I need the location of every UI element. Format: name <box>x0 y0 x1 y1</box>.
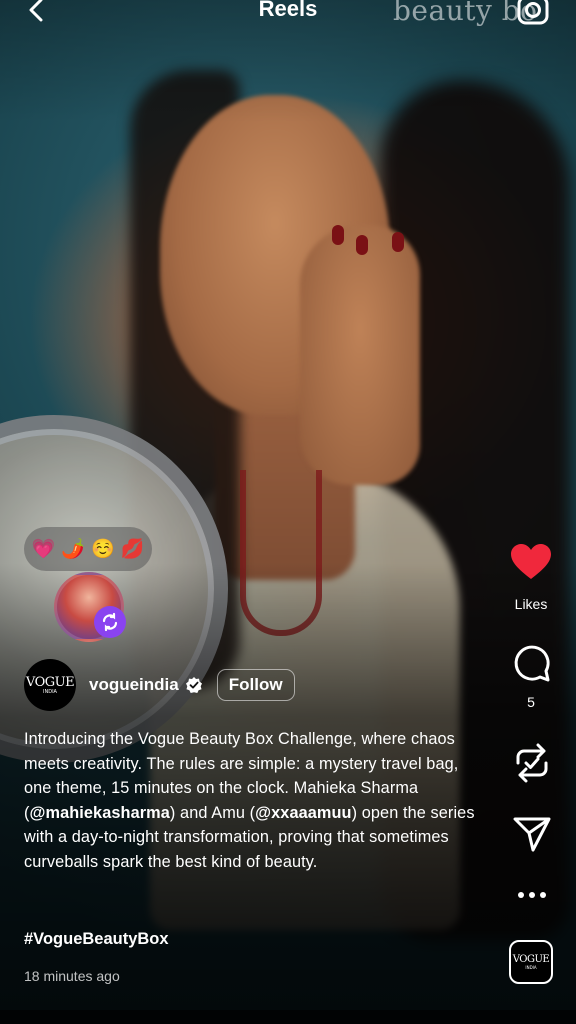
account-row: VOGUE INDIA vogueindia Follow <box>24 658 295 712</box>
remix-icon <box>102 612 118 632</box>
heart-icon[interactable] <box>510 543 552 581</box>
audio-logo-text: VOGUE <box>512 953 550 965</box>
audio-thumbnail[interactable]: VOGUE INDIA <box>509 940 553 984</box>
remix-badge[interactable] <box>94 606 126 638</box>
like-label: Likes <box>514 596 548 612</box>
bottom-bar <box>0 1010 576 1024</box>
comment-icon[interactable] <box>513 644 551 682</box>
comment-count: 5 <box>527 694 535 710</box>
top-bar: Reels beauty bo <box>0 0 576 36</box>
avatar-logo-text: VOGUE <box>25 674 75 690</box>
mention-link[interactable]: @xxaaamuu <box>255 804 351 822</box>
share-icon[interactable] <box>513 816 551 852</box>
follow-button[interactable]: Follow <box>216 669 295 701</box>
reaction-bubble[interactable]: 💗 🌶️ ☺️ 💋 <box>24 527 152 571</box>
more-icon[interactable] <box>517 890 547 900</box>
repost-icon[interactable] <box>513 743 551 783</box>
username[interactable]: vogueindia <box>89 675 179 695</box>
audio-logo-subtext: INDIA <box>525 964 537 970</box>
reaction-emoji: 🌶️ <box>61 539 85 560</box>
reaction-emoji: 💗 <box>31 539 56 560</box>
avatar[interactable]: VOGUE INDIA <box>24 659 76 711</box>
timestamp: 18 minutes ago <box>24 968 120 984</box>
camera-icon[interactable] <box>516 0 550 26</box>
verified-icon <box>185 677 202 693</box>
reaction-emoji: ☺️ <box>91 539 115 560</box>
reaction-emoji: 💋 <box>120 539 145 560</box>
avatar-logo-subtext: INDIA <box>43 688 57 695</box>
mention-link[interactable]: @mahiekasharma <box>30 804 170 822</box>
hashtag-link[interactable]: #VogueBeautyBox <box>24 930 169 949</box>
caption-text: ) and Amu ( <box>169 803 256 822</box>
caption[interactable]: Introducing the Vogue Beauty Box Challen… <box>24 727 484 875</box>
